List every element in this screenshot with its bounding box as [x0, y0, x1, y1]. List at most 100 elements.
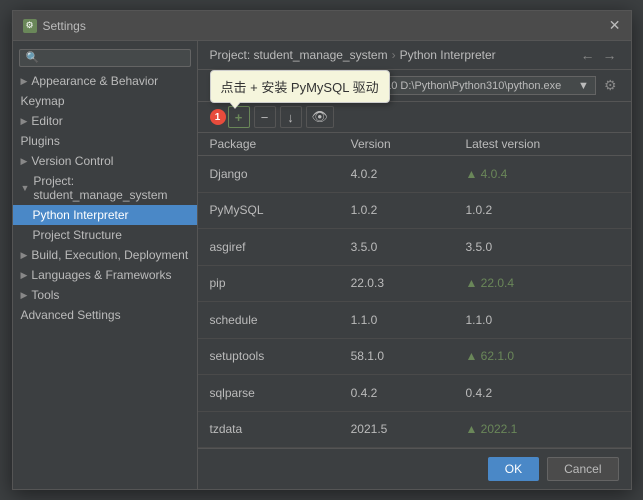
sidebar-item-label: Project: student_manage_system	[33, 174, 188, 202]
package-version: 0.4.2	[339, 375, 454, 412]
tooltip-bubble: 点击 + 安装 PyMySQL 驱动	[210, 70, 390, 103]
table-row[interactable]: sqlparse0.4.20.4.2	[198, 375, 631, 412]
sidebar-item-label: Plugins	[21, 134, 60, 148]
title-bar: ⚙ Settings ✕	[13, 11, 631, 41]
sidebar-item-plugins[interactable]: Plugins	[13, 131, 197, 151]
package-version: 4.0.2	[339, 156, 454, 193]
title-bar-left: ⚙ Settings	[23, 19, 86, 33]
sidebar-item-label: Editor	[31, 114, 62, 128]
table-row[interactable]: asgiref3.5.03.5.0	[198, 229, 631, 266]
expand-arrow-icon: ▶	[21, 290, 28, 301]
package-version: 58.1.0	[339, 338, 454, 375]
breadcrumb-page: Python Interpreter	[400, 48, 496, 62]
remove-package-button[interactable]: −	[254, 106, 276, 128]
sidebar-item-appearance[interactable]: ▶ Appearance & Behavior	[13, 71, 197, 91]
main-panel: Project: student_manage_system › Python …	[198, 41, 631, 489]
tooltip-text: 点击 + 安装 PyMySQL 驱动	[221, 80, 379, 95]
close-button[interactable]: ✕	[609, 17, 621, 34]
dialog-body: ▶ Appearance & Behavior Keymap ▶ Editor …	[13, 41, 631, 489]
sidebar-item-label: Appearance & Behavior	[31, 74, 158, 88]
dialog-title: Settings	[43, 19, 86, 33]
expand-arrow-icon: ▶	[21, 156, 28, 167]
package-name: PyMySQL	[198, 192, 339, 229]
table-row[interactable]: setuptools58.1.0▲ 62.1.0	[198, 338, 631, 375]
package-name: setuptools	[198, 338, 339, 375]
packages-table: Package Version Latest version Django4.0…	[198, 133, 631, 448]
search-input[interactable]	[19, 49, 191, 67]
sidebar-item-version-control[interactable]: ▶ Version Control	[13, 151, 197, 171]
dialog-footer: OK Cancel	[198, 448, 631, 489]
sidebar-item-editor[interactable]: ▶ Editor	[13, 111, 197, 131]
add-button-container: 1 + 点击 + 安装 PyMySQL 驱动	[210, 106, 250, 128]
forward-button[interactable]: →	[601, 47, 619, 63]
sidebar-item-label: Project Structure	[33, 228, 122, 242]
sidebar-item-project[interactable]: ▼ Project: student_manage_system	[13, 171, 197, 205]
settings-dialog: ⚙ Settings ✕ ▶ Appearance & Behavior Key…	[12, 10, 632, 490]
sidebar-item-python-interpreter[interactable]: Python Interpreter	[13, 205, 197, 225]
sidebar-item-keymap[interactable]: Keymap	[13, 91, 197, 111]
move-down-button[interactable]: ↓	[280, 106, 302, 128]
back-button[interactable]: ←	[579, 47, 597, 63]
breadcrumb-project: Project: student_manage_system	[210, 48, 388, 62]
package-latest: 0.4.2	[453, 375, 630, 412]
sidebar-item-project-structure[interactable]: Project Structure	[13, 225, 197, 245]
ok-button[interactable]: OK	[488, 457, 539, 481]
package-latest: ▲ 22.0.4	[453, 265, 630, 302]
expand-arrow-icon: ▶	[21, 76, 28, 87]
sidebar-item-label: Python Interpreter	[33, 208, 129, 222]
table-row[interactable]: Django4.0.2▲ 4.0.4	[198, 156, 631, 193]
sidebar-item-label: Build, Execution, Deployment	[31, 248, 188, 262]
package-latest: 1.0.2	[453, 192, 630, 229]
sidebar-item-tools[interactable]: ▶ Tools	[13, 285, 197, 305]
table-row[interactable]: pip22.0.3▲ 22.0.4	[198, 265, 631, 302]
breadcrumb: Project: student_manage_system › Python …	[198, 41, 631, 70]
package-latest: ▲ 2022.1	[453, 411, 630, 448]
dropdown-arrow-icon: ▼	[578, 80, 589, 92]
package-latest: ▲ 4.0.4	[453, 156, 630, 193]
col-package: Package	[198, 133, 339, 156]
cancel-button[interactable]: Cancel	[547, 457, 618, 481]
expand-arrow-icon: ▶	[21, 270, 28, 281]
package-name: tzdata	[198, 411, 339, 448]
package-version: 2021.5	[339, 411, 454, 448]
sidebar-item-advanced[interactable]: Advanced Settings	[13, 305, 197, 325]
settings-icon: ⚙	[23, 19, 37, 33]
sidebar-item-label: Version Control	[31, 154, 113, 168]
nav-buttons: ← →	[579, 47, 619, 63]
table-row[interactable]: schedule1.1.01.1.0	[198, 302, 631, 339]
toolbar: 1 + 点击 + 安装 PyMySQL 驱动 − ↓ 👁	[198, 102, 631, 133]
package-latest: ▲ 62.1.0	[453, 338, 630, 375]
sidebar: ▶ Appearance & Behavior Keymap ▶ Editor …	[13, 41, 198, 489]
add-package-button[interactable]: +	[228, 106, 250, 128]
package-version: 1.1.0	[339, 302, 454, 339]
package-latest: 1.1.0	[453, 302, 630, 339]
search-box	[13, 45, 197, 71]
sidebar-item-build[interactable]: ▶ Build, Execution, Deployment	[13, 245, 197, 265]
package-version: 3.5.0	[339, 229, 454, 266]
view-button[interactable]: 👁	[306, 106, 335, 128]
sidebar-item-label: Tools	[31, 288, 59, 302]
package-name: pip	[198, 265, 339, 302]
col-version: Version	[339, 133, 454, 156]
package-name: sqlparse	[198, 375, 339, 412]
package-name: schedule	[198, 302, 339, 339]
breadcrumb-separator: ›	[392, 48, 396, 62]
interpreter-gear-button[interactable]: ⚙	[602, 77, 619, 94]
table-header-row: Package Version Latest version	[198, 133, 631, 156]
packages-list: Package Version Latest version Django4.0…	[198, 133, 631, 448]
sidebar-item-languages[interactable]: ▶ Languages & Frameworks	[13, 265, 197, 285]
package-version: 1.0.2	[339, 192, 454, 229]
expand-arrow-icon: ▶	[21, 250, 28, 261]
tooltip-badge: 1	[210, 109, 226, 125]
package-version: 22.0.3	[339, 265, 454, 302]
sidebar-item-label: Advanced Settings	[21, 308, 121, 322]
expand-arrow-icon: ▼	[21, 183, 30, 193]
package-latest: 3.5.0	[453, 229, 630, 266]
package-name: Django	[198, 156, 339, 193]
sidebar-item-label: Keymap	[21, 94, 65, 108]
table-row[interactable]: tzdata2021.5▲ 2022.1	[198, 411, 631, 448]
package-name: asgiref	[198, 229, 339, 266]
table-row[interactable]: PyMySQL1.0.21.0.2	[198, 192, 631, 229]
toolbar-container: 1 + 点击 + 安装 PyMySQL 驱动 − ↓ 👁	[198, 102, 631, 133]
col-latest: Latest version	[453, 133, 630, 156]
